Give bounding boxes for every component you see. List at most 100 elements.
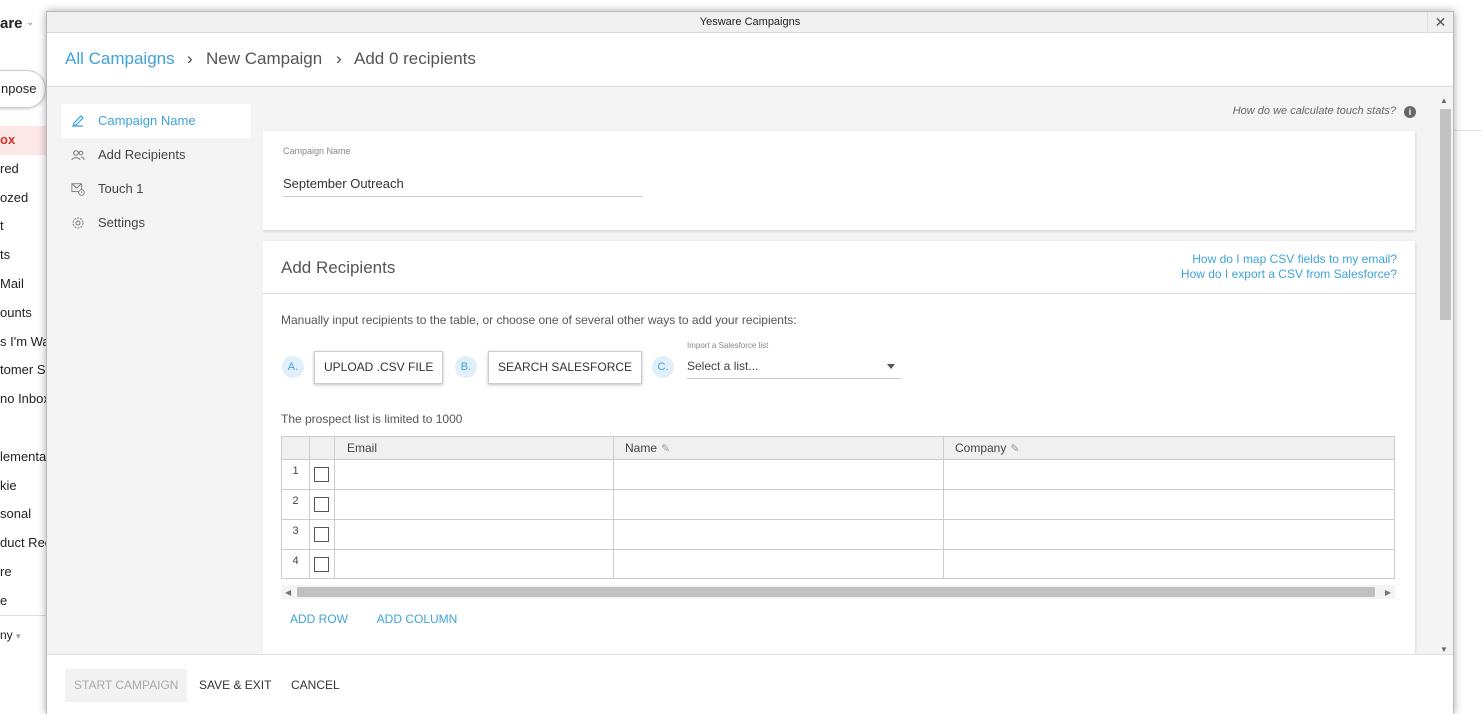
chevron-down-icon[interactable]: ⌄ [26,17,34,28]
table-row: 1 [282,460,1394,490]
sidebar-item-label: Add Recipients [98,147,186,162]
sidebar-item-campaign-name[interactable]: Campaign Name [61,104,251,138]
csv-export-help-link[interactable]: How do I export a CSV from Salesforce? [1181,267,1397,282]
name-cell[interactable] [614,550,943,578]
email-cell[interactable] [335,490,613,520]
option-b-badge: B. [455,356,477,378]
row-checkbox[interactable] [314,497,329,512]
name-cell[interactable] [614,520,943,550]
bg-nav-item[interactable]: re [0,558,46,587]
add-column-button[interactable]: ADD COLUMN [377,612,458,626]
close-icon: ✕ [1434,14,1447,30]
csv-map-help-link[interactable]: How do I map CSV fields to my email? [1181,252,1397,267]
modal-body: Campaign Name Add Recipients Touch 1 Set… [47,87,1453,654]
campaign-name-card: Campaign Name September Outreach [263,131,1415,230]
touch-stats-help[interactable]: How do we calculate touch stats? i [1233,105,1416,118]
company-cell[interactable] [944,490,1394,520]
edit-pencil-icon[interactable]: ✎ [661,442,670,455]
email-cell[interactable] [335,520,613,550]
salesforce-list-select[interactable]: Select a list... [687,354,901,379]
campaign-name-input[interactable]: September Outreach [283,173,643,197]
scroll-up-icon[interactable]: ▲ [1440,96,1448,105]
bg-nav-list: ox red ozed t ts Mail ounts s I'm Wa tom… [0,126,46,616]
column-divider [943,437,944,578]
option-a-badge: A. [282,356,304,378]
add-recipients-card: Add Recipients How do I map CSV fields t… [263,241,1415,654]
scroll-left-icon[interactable]: ◀ [285,588,291,597]
company-cell[interactable] [944,520,1394,550]
bg-nav-item[interactable]: s I'm Wa [0,328,46,357]
column-header-company[interactable]: Company ✎ [955,441,1020,455]
table-actions: ADD ROW ADD COLUMN [290,612,483,626]
breadcrumb: All Campaigns › New Campaign › Add 0 rec… [47,33,1453,87]
company-cell[interactable] [944,460,1394,490]
sidebar-item-touch-1[interactable]: Touch 1 [61,172,251,206]
sidebar-item-label: Campaign Name [98,113,196,128]
row-number: 4 [292,555,299,567]
upload-csv-button[interactable]: UPLOAD .CSV FILE [314,351,444,384]
bg-bottom-label[interactable]: ny ▾ [0,628,21,642]
bg-nav-item[interactable] [0,414,46,443]
campaign-name-label: Campaign Name [283,146,351,156]
recipients-title: Add Recipients [281,258,396,277]
name-cell[interactable] [614,460,943,490]
bg-nav-item[interactable]: ox [0,126,46,155]
bg-nav-item[interactable]: ounts [0,299,46,328]
bg-compose-button[interactable]: npose [0,70,46,108]
bg-nav-item[interactable]: tomer Su [0,356,46,385]
sidebar-item-label: Settings [98,215,145,230]
cancel-button[interactable]: CANCEL [282,669,349,702]
divider [1453,130,1482,131]
window-titlebar: Yesware Campaigns ✕ [47,12,1453,33]
email-cell[interactable] [335,550,613,578]
add-row-button[interactable]: ADD ROW [290,612,348,626]
row-checkbox[interactable] [314,557,329,572]
help-links: How do I map CSV fields to my email? How… [1181,252,1397,282]
column-divider [309,437,310,578]
row-number: 3 [292,525,299,537]
name-cell[interactable] [614,490,943,520]
bg-nav-item[interactable]: no Inbox [0,385,46,414]
bg-nav-item[interactable]: sonal [0,500,46,529]
row-checkbox[interactable] [314,467,329,482]
scrollbar-thumb[interactable] [1440,109,1451,320]
info-icon[interactable]: i [1404,106,1416,118]
search-salesforce-button[interactable]: SEARCH SALESFORCE [488,351,643,384]
column-header-name[interactable]: Name ✎ [625,441,670,455]
email-cell[interactable] [335,460,613,490]
table-row: 3 [282,520,1394,550]
sidebar-item-add-recipients[interactable]: Add Recipients [61,138,251,172]
main-content: How do we calculate touch stats? i Campai… [263,87,1431,654]
column-divider [334,437,335,578]
bg-nav-item[interactable]: duct Req [0,529,46,558]
sidebar-item-label: Touch 1 [98,181,144,196]
bg-nav-item[interactable]: Mail [0,270,46,299]
row-checkbox[interactable] [314,527,329,542]
bg-nav-item[interactable]: e [0,587,46,616]
save-exit-button[interactable]: SAVE & EXIT [190,669,280,702]
row-number: 2 [292,495,299,507]
company-cell[interactable] [944,550,1394,578]
start-campaign-button[interactable]: START CAMPAIGN [65,669,188,702]
horizontal-scrollbar[interactable]: ◀ ▶ [281,585,1395,599]
bg-nav-item[interactable]: red [0,155,46,184]
bg-nav-item[interactable]: ts [0,241,46,270]
sidebar-item-settings[interactable]: Settings [61,206,251,240]
campaign-steps-nav: Campaign Name Add Recipients Touch 1 Set… [61,104,251,240]
bg-nav-item[interactable]: t [0,212,46,241]
edit-pencil-icon[interactable]: ✎ [1010,442,1019,455]
scroll-down-icon[interactable]: ▼ [1440,645,1448,654]
column-header-email[interactable]: Email [347,441,377,455]
people-icon [71,150,85,161]
vertical-scrollbar[interactable]: ▲ ▼ [1437,96,1453,654]
breadcrumb-new-campaign[interactable]: New Campaign [206,49,322,69]
scrollbar-thumb[interactable] [297,587,1375,597]
recipients-table: Email Name ✎ Company ✎ 1 2 3 4 [281,436,1395,579]
table-header: Email Name ✎ Company ✎ [282,437,1394,460]
scroll-right-icon[interactable]: ▶ [1385,588,1391,597]
bg-nav-item[interactable]: lementat [0,443,46,472]
breadcrumb-all-campaigns[interactable]: All Campaigns [65,49,175,69]
bg-nav-item[interactable]: ozed [0,184,46,213]
close-button[interactable]: ✕ [1427,12,1453,33]
bg-nav-item[interactable]: kie [0,472,46,501]
